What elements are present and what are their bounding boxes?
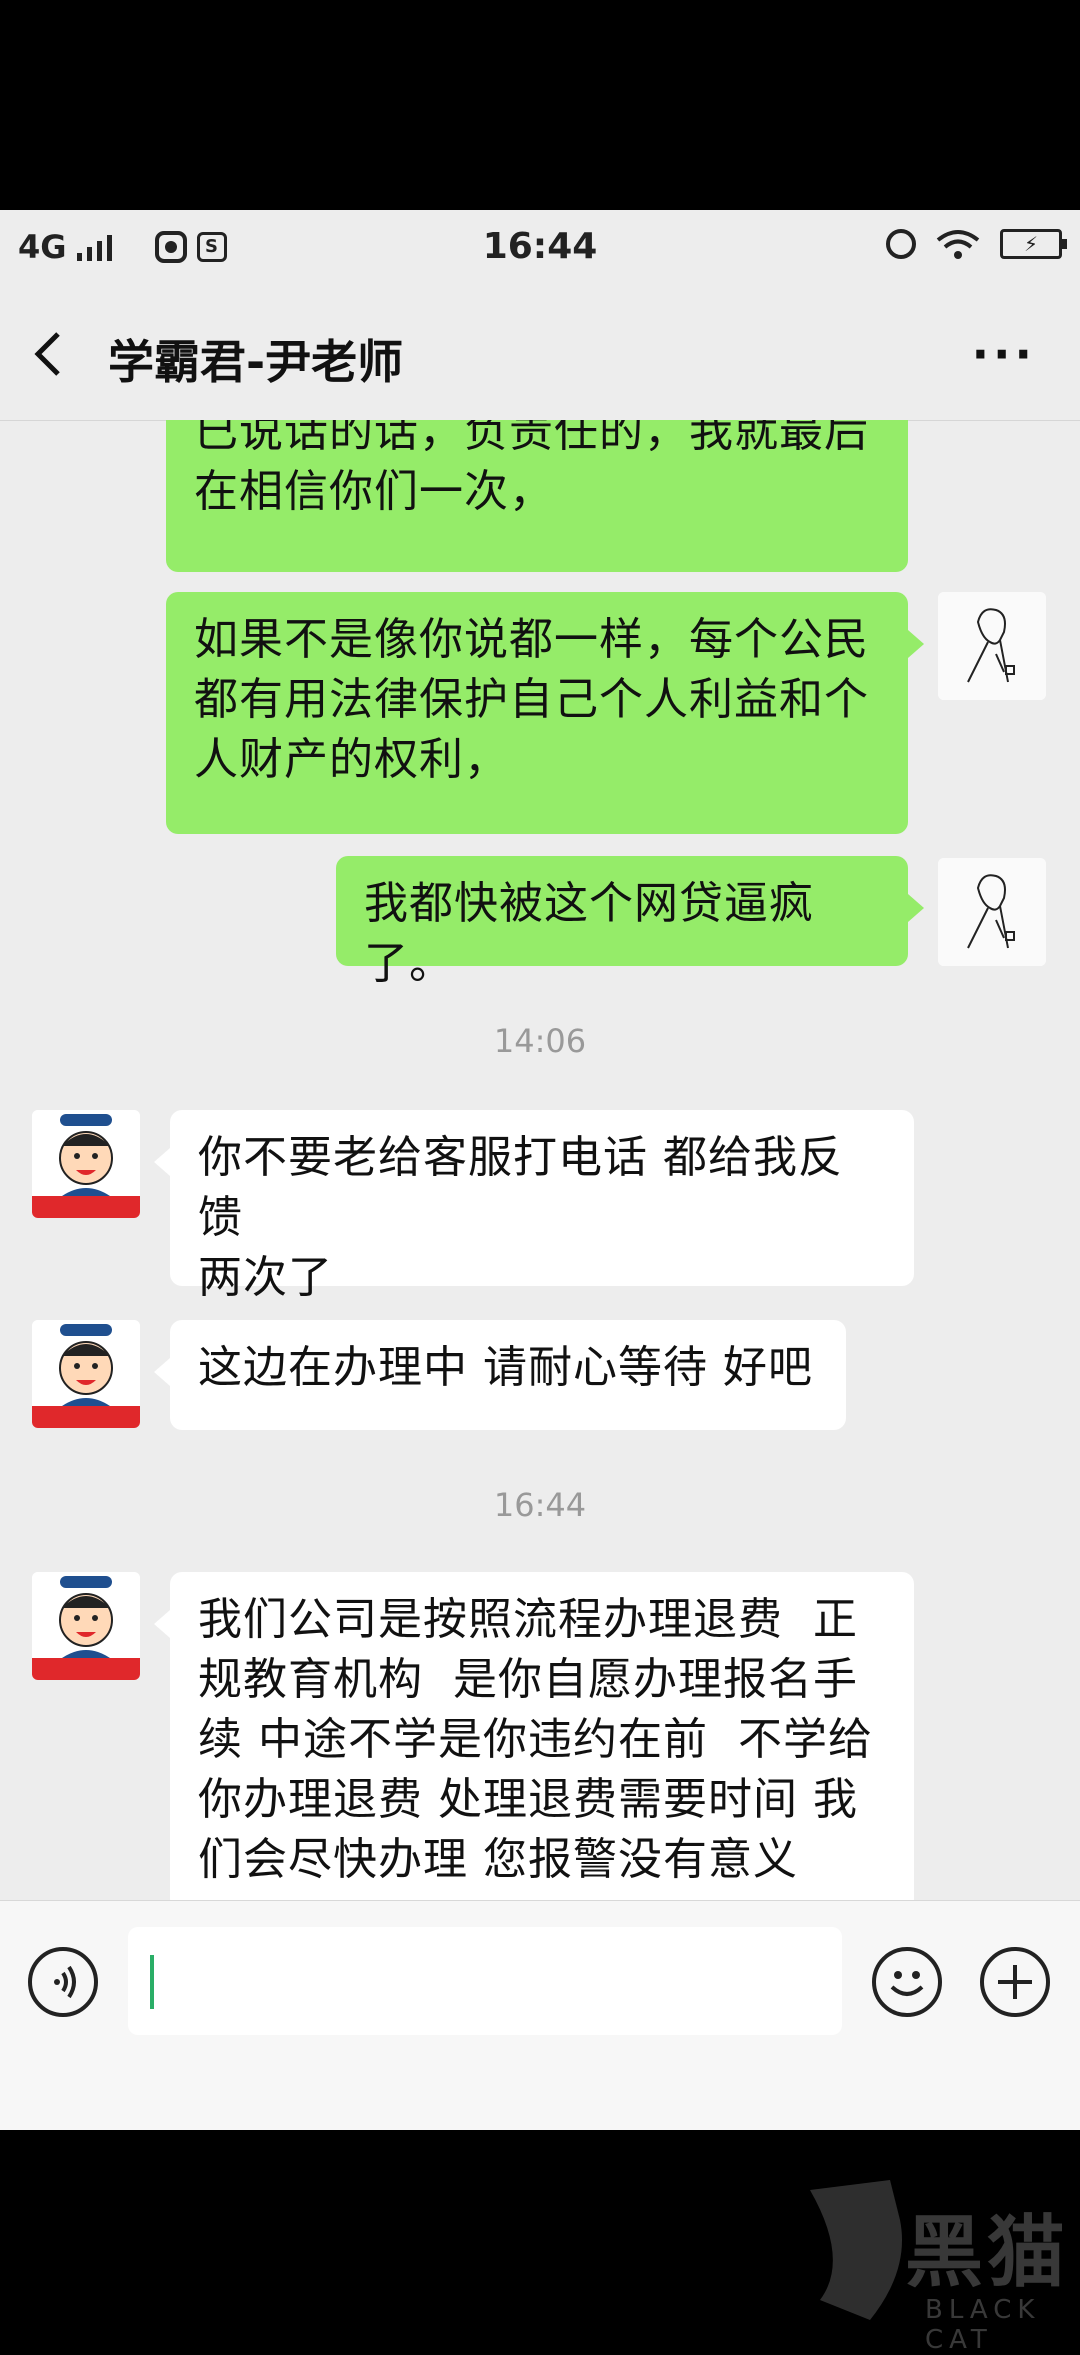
- emoji-icon: [890, 1971, 924, 1996]
- teacher-avatar[interactable]: [32, 1320, 140, 1428]
- watermark-text: 黑猫: [905, 2208, 1070, 2298]
- chat-header: 学霸君-尹老师 ···: [0, 290, 1080, 421]
- input-bar: [0, 1900, 1080, 2130]
- chat-title: 学霸君-尹老师: [108, 335, 404, 389]
- chat-screen: 4G S 16:44 ⚡ 学霸君-尹老师 ··· 已说话的话，负责任的，我就最后…: [0, 210, 1080, 2130]
- user-avatar-icon: [938, 858, 1046, 966]
- timestamp: 16:44: [493, 1486, 587, 1524]
- bubble-tail: [154, 1148, 170, 1176]
- wifi-icon: [936, 230, 980, 259]
- teacher-avatar-icon: [32, 1572, 140, 1680]
- status-bar: 4G S 16:44 ⚡: [0, 210, 1080, 290]
- message-bubble-received[interactable]: 这边在办理中 请耐心等待 好吧: [170, 1320, 846, 1430]
- message-bubble-received[interactable]: 你不要老给客服打电话 都给我反馈 两次了: [170, 1110, 914, 1303]
- back-arrow-icon[interactable]: [30, 330, 70, 378]
- status-right: ⚡: [886, 228, 1067, 260]
- bubble-tail: [908, 894, 924, 922]
- message-input[interactable]: [128, 1927, 842, 2035]
- teacher-avatar-icon: [32, 1320, 140, 1428]
- user-avatar[interactable]: [938, 592, 1046, 700]
- bubble-tail: [154, 1610, 170, 1638]
- user-avatar[interactable]: [938, 858, 1046, 966]
- more-functions-button[interactable]: [980, 1947, 1050, 2017]
- message-bubble-received[interactable]: 我们公司是按照流程办理退费 正 规教育机构 是你自愿办理报名手 续 中途不学是你…: [170, 1572, 914, 1900]
- timestamp: 14:06: [493, 1022, 587, 1060]
- bubble-tail: [154, 1358, 170, 1386]
- text-caret: [150, 1955, 154, 2009]
- teacher-avatar[interactable]: [32, 1572, 140, 1680]
- voice-icon: [54, 1965, 76, 1999]
- message-bubble-sent[interactable]: 已说话的话，负责任的，我就最后 在相信你们一次，: [166, 420, 908, 572]
- plus-icon: [998, 1965, 1032, 1999]
- teacher-avatar-icon: [32, 1110, 140, 1218]
- message-bubble-sent[interactable]: 如果不是像你说都一样，每个公民 都有用法律保护自己个人利益和个 人财产的权利，: [166, 592, 908, 834]
- voice-input-button[interactable]: [28, 1947, 98, 2017]
- emoji-button[interactable]: [872, 1947, 942, 2017]
- more-options-icon[interactable]: ···: [972, 331, 1036, 377]
- teacher-avatar[interactable]: [32, 1110, 140, 1218]
- alarm-icon: [886, 229, 916, 259]
- message-bubble-sent[interactable]: 我都快被这个网贷逼疯了。: [336, 856, 908, 989]
- message-list[interactable]: 已说话的话，负责任的，我就最后 在相信你们一次， 如果不是像你说都一样，每个公民…: [0, 420, 1080, 1900]
- user-avatar-icon: [938, 592, 1046, 700]
- battery-icon: ⚡: [1000, 229, 1067, 259]
- bubble-tail: [908, 630, 924, 658]
- watermark-subtext: BLACK CAT: [925, 2295, 1041, 2355]
